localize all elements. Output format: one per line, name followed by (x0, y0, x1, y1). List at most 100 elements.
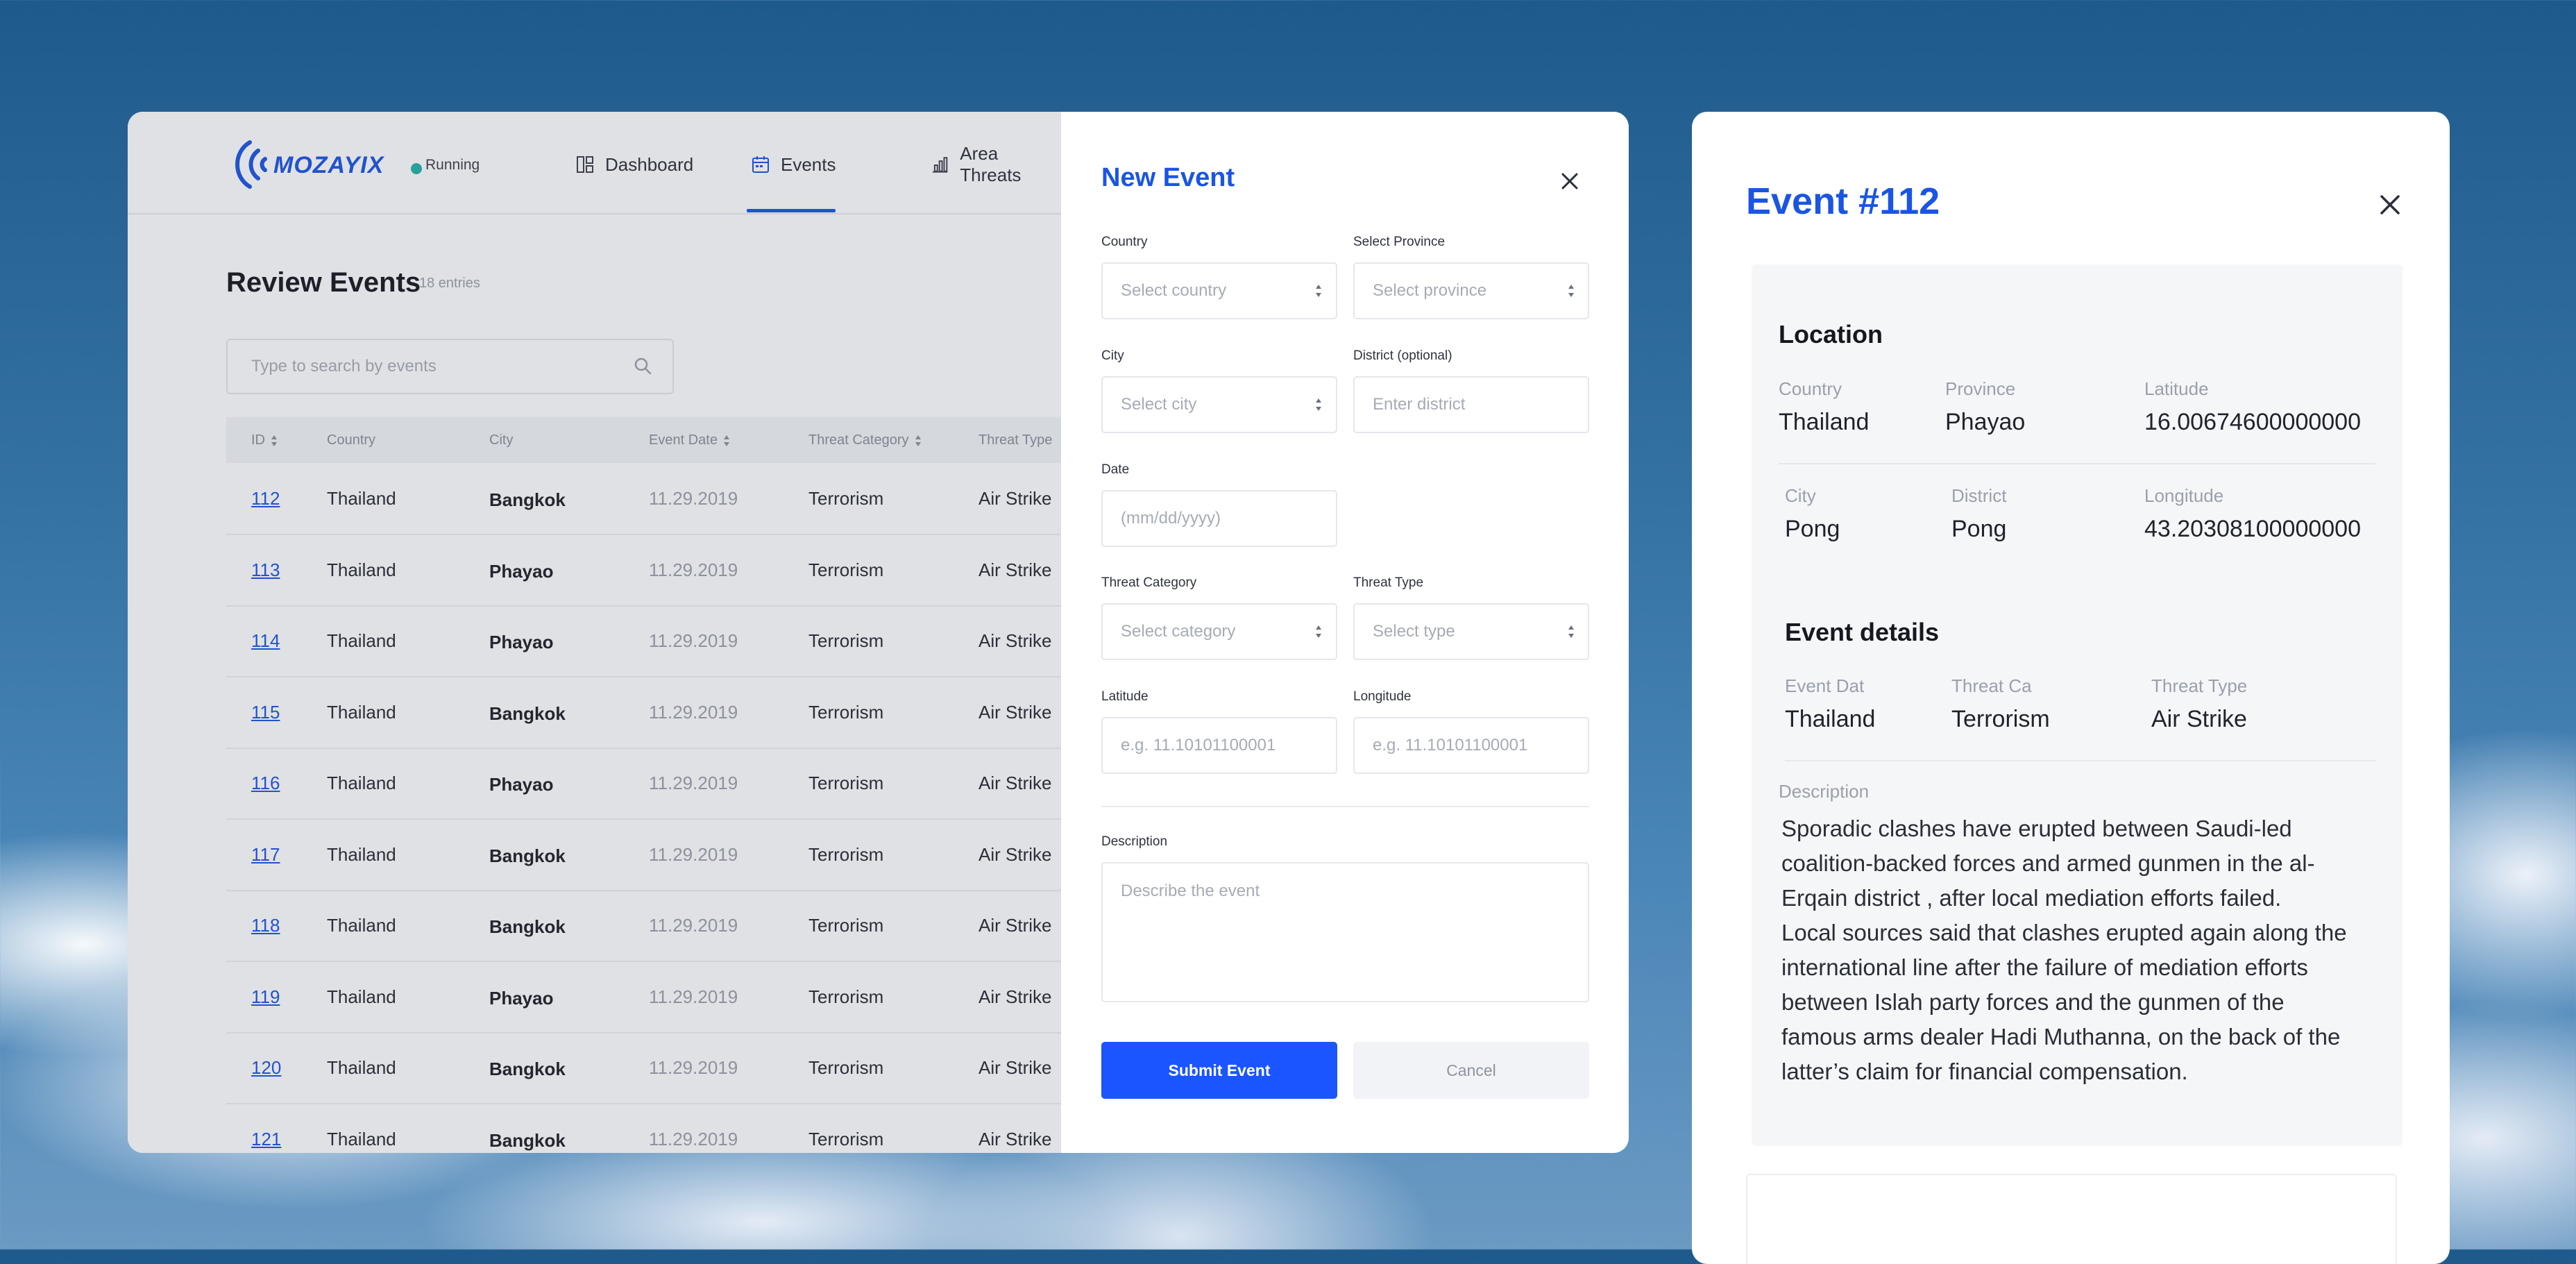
district-label: District (1951, 485, 2007, 506)
cell-id[interactable]: 116 (251, 773, 280, 794)
cell-city: Phayao (489, 632, 554, 652)
cell-event-date: 11.29.2019 (649, 1128, 738, 1149)
cell-id[interactable]: 121 (251, 1129, 281, 1150)
latitude-value: 16.00674600000000 (2144, 409, 2361, 435)
cell-country: Thailand (327, 843, 396, 865)
cell-country: Thailand (327, 559, 396, 580)
sort-icon (271, 435, 277, 446)
column-header-country: Country (327, 432, 376, 448)
cell-id[interactable]: 113 (251, 559, 280, 581)
threat-type-label: Threat Type (1353, 575, 1424, 590)
longitude-label: Longitude (1353, 689, 1412, 704)
country-value: Thailand (1779, 409, 1870, 435)
threat-category-value: Terrorism (1951, 706, 2050, 732)
latitude-label: Latitude (1101, 689, 1149, 704)
city-placeholder: Select city (1121, 395, 1197, 414)
cancel-button[interactable]: Cancel (1353, 1042, 1589, 1099)
form-title: New Event (1101, 163, 1235, 192)
cell-city: Bangkok (489, 702, 566, 724)
nav-dashboard[interactable]: Dashboard (576, 151, 693, 178)
submit-event-button[interactable]: Submit Event (1101, 1042, 1337, 1099)
cell-threat-type: Air Strike (978, 701, 1052, 723)
cell-threat-category: Terrorism (808, 701, 884, 723)
cell-threat-type: Air Strike (978, 915, 1052, 936)
nav-events-label: Events (781, 153, 836, 175)
city-label: City (1101, 348, 1124, 363)
cell-id[interactable]: 120 (251, 1057, 281, 1079)
cell-threat-category: Terrorism (808, 843, 884, 865)
cell-id[interactable]: 119 (251, 986, 280, 1008)
cell-event-date: 11.29.2019 (649, 986, 738, 1007)
cell-country: Thailand (327, 701, 396, 723)
close-icon[interactable] (2378, 192, 2403, 217)
cell-country: Thailand (327, 773, 396, 793)
cell-city: Bangkok (489, 916, 566, 937)
description-label: Description (1779, 781, 1870, 802)
description-placeholder: Describe the event (1121, 882, 1260, 900)
cell-city: Bangkok (489, 489, 566, 510)
district-value: Pong (1951, 516, 2007, 542)
select-arrows-icon (1316, 625, 1321, 638)
cell-event-date: 11.29.2019 (649, 773, 738, 793)
divider (1785, 760, 2376, 761)
divider (1779, 463, 2375, 464)
event-detail-card: Event #112 Location Country Thailand Pro… (1692, 112, 2450, 1264)
longitude-label: Longitude (2144, 485, 2224, 506)
country-label: Country (1779, 378, 1842, 399)
cell-id[interactable]: 112 (251, 488, 280, 509)
nav-events[interactable]: Events (752, 151, 836, 178)
longitude-value: 43.20308100000000 (2144, 516, 2361, 542)
column-header-threat-category[interactable]: Threat Category (808, 432, 922, 448)
cell-city: Bangkok (489, 1059, 566, 1079)
city-label: City (1785, 485, 1816, 506)
cell-id[interactable]: 115 (251, 702, 280, 723)
search-icon[interactable] (633, 356, 652, 376)
cell-city: Bangkok (489, 1129, 566, 1151)
cell-city: Phayao (489, 774, 554, 795)
cell-event-date: 11.29.2019 (649, 488, 738, 509)
threat-type-label: Threat Type (2151, 675, 2248, 696)
column-header-id[interactable]: ID (251, 432, 278, 448)
cell-event-date: 11.29.2019 (649, 915, 738, 936)
sort-icon (915, 435, 921, 446)
threat-type-value: Air Strike (2151, 706, 2247, 732)
cell-threat-category: Terrorism (808, 488, 884, 509)
country-placeholder: Select country (1121, 281, 1227, 300)
cell-threat-type: Air Strike (978, 1057, 1052, 1078)
brand-name: MOZAYIX (273, 152, 384, 178)
cell-city: Phayao (489, 560, 554, 582)
status-indicator (411, 163, 422, 174)
active-tab-indicator (747, 209, 836, 212)
cell-threat-type: Air Strike (978, 488, 1052, 509)
description-text: Sporadic clashes have erupted between Sa… (1781, 816, 2347, 1084)
calendar-icon (752, 156, 769, 173)
select-arrows-icon (1568, 625, 1574, 638)
cell-threat-type: Air Strike (978, 559, 1052, 580)
cell-id[interactable]: 114 (251, 630, 280, 652)
entries-count: 18 entries (419, 276, 480, 291)
cell-threat-category: Terrorism (808, 986, 884, 1007)
province-label: Province (1945, 378, 2016, 399)
district-placeholder: Enter district (1373, 395, 1466, 414)
cell-id[interactable]: 117 (251, 844, 280, 866)
dashboard-icon (577, 156, 593, 173)
cell-event-date: 11.29.2019 (649, 630, 738, 651)
city-value: Pong (1785, 516, 1840, 542)
cell-id[interactable]: 118 (251, 915, 280, 936)
cell-event-date: 11.29.2019 (649, 701, 738, 723)
province-value: Phayao (1945, 409, 2026, 435)
close-icon[interactable] (1559, 170, 1581, 192)
nav-area-threats[interactable]: Area Threats (931, 143, 1061, 185)
date-placeholder: (mm/dd/yyyy) (1121, 509, 1221, 528)
cell-event-date: 11.29.2019 (649, 1057, 738, 1078)
nav-dashboard-label: Dashboard (605, 153, 694, 175)
event-date-label: Event Dat (1785, 675, 1865, 696)
cell-city: Bangkok (489, 845, 566, 866)
threat-category-label: Threat Category (1101, 575, 1197, 590)
main-window: MOZAYIX Running Dashboard Events Area Th… (128, 112, 1629, 1153)
column-header-city: City (489, 432, 514, 448)
location-heading: Location (1779, 320, 1883, 348)
column-header-event-date[interactable]: Event Date (649, 432, 730, 448)
cell-threat-type: Air Strike (978, 630, 1052, 651)
date-label: Date (1101, 462, 1130, 477)
